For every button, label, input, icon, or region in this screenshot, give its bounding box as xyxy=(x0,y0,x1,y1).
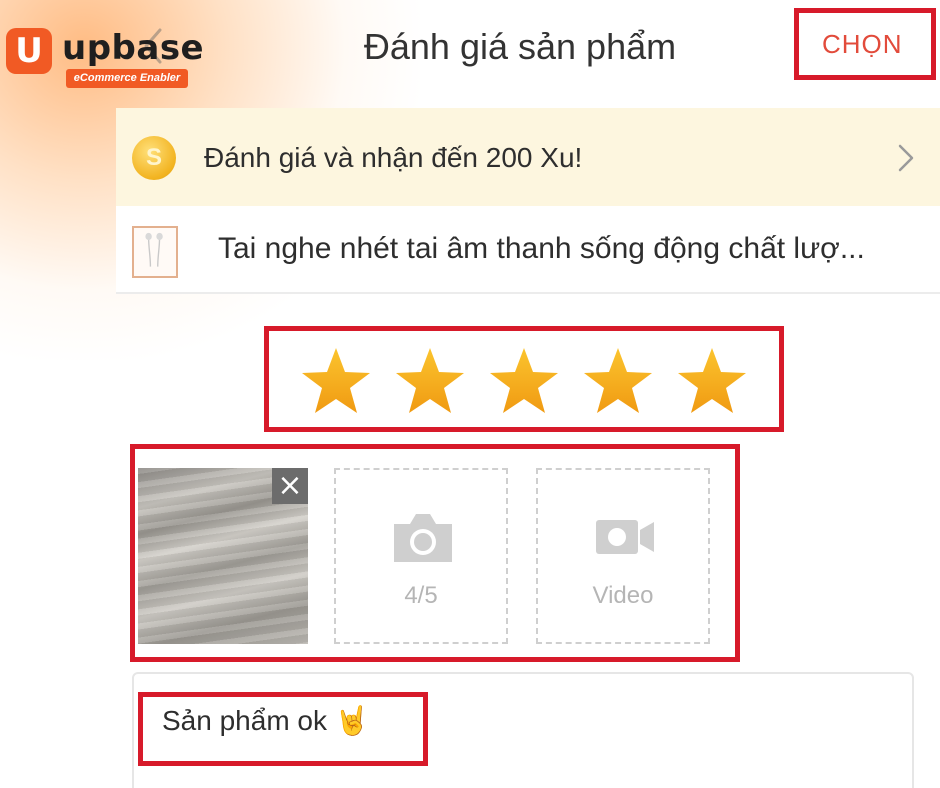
upbase-logo: U upbase eCommerce Enabler xyxy=(6,26,204,90)
earphone-thumbnail-icon xyxy=(132,226,178,278)
coin-icon: S xyxy=(132,136,176,180)
highlight-star-rating xyxy=(264,326,784,432)
remove-photo-button[interactable]: × xyxy=(272,468,308,504)
product-name: Tai nghe nhét tai âm thanh sống động chấ… xyxy=(218,232,865,265)
review-screen: Đánh giá sản phẩm CHỌN U upbase eCommerc… xyxy=(0,0,940,788)
highlight-choose-button xyxy=(794,8,936,80)
highlight-review-text xyxy=(138,692,428,766)
chevron-right-icon xyxy=(898,144,914,172)
coin-reward-text: Đánh giá và nhận đến 200 Xu! xyxy=(204,142,583,173)
coin-reward-banner[interactable]: S Đánh giá và nhận đến 200 Xu! xyxy=(116,108,940,206)
logo-wordmark: upbase xyxy=(62,28,205,68)
logo-tagline: eCommerce Enabler xyxy=(66,69,188,88)
page-title: Đánh giá sản phẩm xyxy=(363,26,677,67)
product-row: Tai nghe nhét tai âm thanh sống động chấ… xyxy=(116,206,940,294)
highlight-media-upload xyxy=(130,444,740,662)
logo-mark: U xyxy=(6,28,52,74)
